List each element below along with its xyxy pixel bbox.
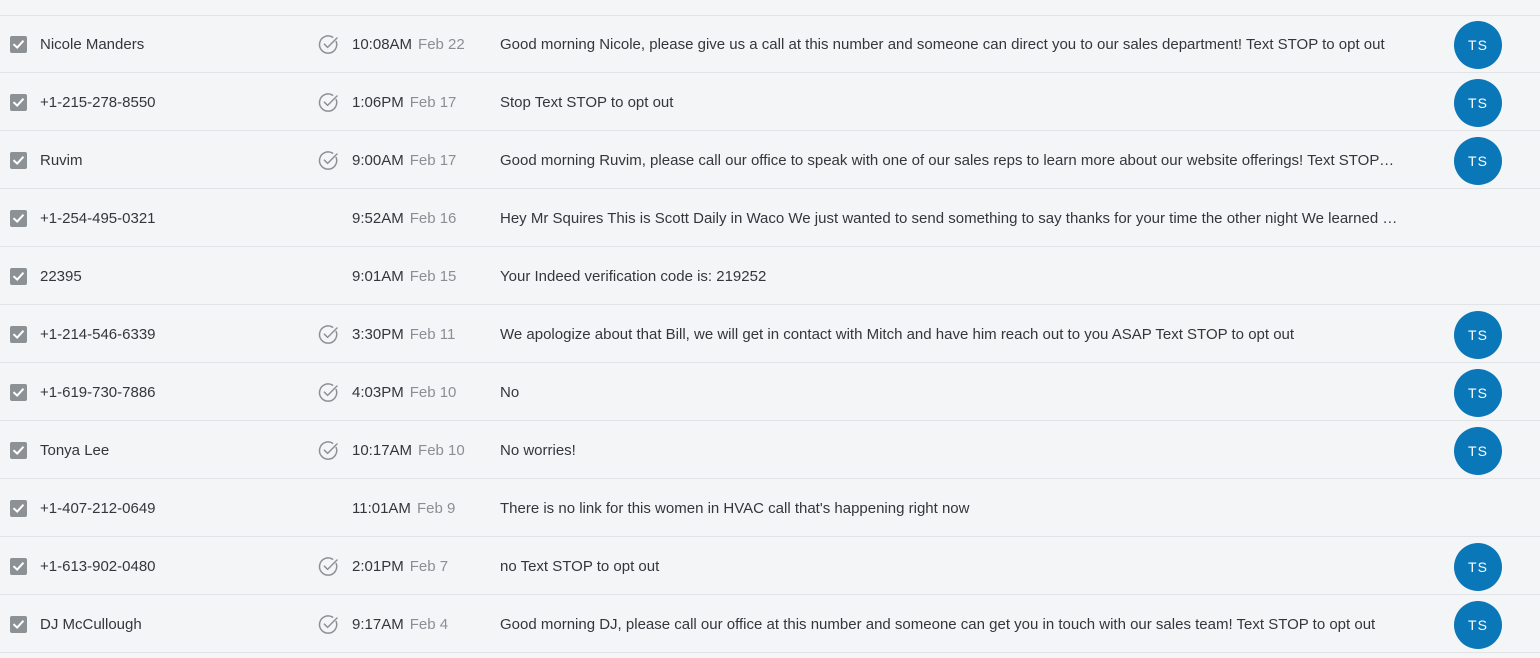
message-preview: Your Indeed verification code is: 219252 <box>500 268 767 285</box>
message-timestamp: 9:01AM Feb 15 <box>352 248 456 305</box>
message-timestamp: 10:17AM Feb 10 <box>352 422 465 479</box>
message-date: Feb 22 <box>418 36 465 53</box>
message-date: Feb 7 <box>409 558 449 575</box>
message-date: Feb 17 <box>409 94 457 111</box>
message-preview: There is no link for this women in HVAC … <box>500 500 970 517</box>
message-timestamp: 10:08AM Feb 22 <box>352 16 465 73</box>
message-time: 1:06PM <box>352 94 404 111</box>
contact-name: +1-613-902-0480 <box>40 558 156 575</box>
contact-name: DJ McCullough <box>40 616 142 633</box>
message-preview: No worries! <box>500 442 576 459</box>
message-timestamp: 1:06PM Feb 17 <box>352 74 456 131</box>
message-time: 9:00AM <box>352 152 404 169</box>
message-date: Feb 10 <box>418 442 465 459</box>
message-timestamp: 9:17AM Feb 4 <box>352 596 448 653</box>
avatar[interactable]: TS <box>1454 137 1502 185</box>
message-date: Feb 17 <box>409 152 457 169</box>
conversation-list: Nicole Manders 10:08AM Feb 22 Good morning … <box>0 0 1540 658</box>
check-circle-icon <box>318 92 339 113</box>
conversation-row[interactable]: 22395 9:01AM Feb 15 Your Indeed verificatio… <box>0 248 1540 305</box>
message-time: 10:17AM <box>352 442 413 459</box>
contact-name: +1-619-730-7886 <box>40 384 156 401</box>
check-circle-icon <box>318 614 339 635</box>
avatar[interactable]: TS <box>1454 427 1502 475</box>
contact-name: +1-215-278-8550 <box>40 94 156 111</box>
message-date: Feb 9 <box>416 500 456 517</box>
message-date: Feb 4 <box>409 616 449 633</box>
message-timestamp: 9:52AM Feb 16 <box>352 190 456 247</box>
message-preview: Stop Text STOP to opt out <box>500 94 674 111</box>
message-time: 3:30PM <box>352 326 404 343</box>
message-time: 9:17AM <box>352 616 404 633</box>
conversation-row[interactable]: +1-407-212-0649 11:01AM Feb 9 There is no l… <box>0 480 1540 537</box>
conversation-row[interactable]: DJ McCullough 9:17AM Feb 4 Good morning DJ,… <box>0 596 1540 653</box>
message-timestamp: 11:01AM Feb 9 <box>352 480 455 537</box>
avatar[interactable]: TS <box>1454 601 1502 649</box>
message-time: 10:08AM <box>352 36 413 53</box>
message-timestamp: 3:30PM Feb 11 <box>352 306 455 363</box>
checkbox-checked-icon[interactable] <box>10 210 27 227</box>
avatar[interactable]: TS <box>1454 79 1502 127</box>
checkbox-checked-icon[interactable] <box>10 326 27 343</box>
contact-name: Tonya Lee <box>40 442 110 459</box>
conversation-row[interactable]: Nicole Manders 10:08AM Feb 22 Good morning … <box>0 16 1540 73</box>
checkbox-checked-icon[interactable] <box>10 442 27 459</box>
checkbox-checked-icon[interactable] <box>10 94 27 111</box>
avatar[interactable]: TS <box>1454 543 1502 591</box>
conversation-row[interactable]: +1-254-495-0321 9:52AM Feb 16 Hey Mr Squire… <box>0 190 1540 247</box>
avatar[interactable]: TS <box>1454 369 1502 417</box>
contact-name: +1-407-212-0649 <box>40 500 156 517</box>
contact-name: +1-254-495-0321 <box>40 210 156 227</box>
message-date: Feb 15 <box>409 268 457 285</box>
message-time: 9:52AM <box>352 210 404 227</box>
contact-name: Nicole Manders <box>40 36 145 53</box>
checkbox-checked-icon[interactable] <box>10 558 27 575</box>
message-date: Feb 10 <box>409 384 457 401</box>
message-preview: Good morning Ruvim, please call our offi… <box>500 152 1398 169</box>
avatar[interactable]: TS <box>1454 21 1502 69</box>
checkbox-checked-icon[interactable] <box>10 152 27 169</box>
check-circle-icon <box>318 382 339 403</box>
check-circle-icon <box>318 34 339 55</box>
message-preview: Good morning Nicole, please give us a ca… <box>500 36 1385 53</box>
conversation-row[interactable]: +1-215-278-8550 1:06PM Feb 17 Stop Text STO… <box>0 74 1540 131</box>
conversation-row[interactable]: +1-613-902-0480 2:01PM Feb 7 no Text STOP t… <box>0 538 1540 595</box>
checkbox-checked-icon[interactable] <box>10 500 27 517</box>
check-circle-icon <box>318 324 339 345</box>
checkbox-checked-icon[interactable] <box>10 268 27 285</box>
message-time: 2:01PM <box>352 558 404 575</box>
conversation-row[interactable]: +1-214-546-6339 3:30PM Feb 11 We apologize … <box>0 306 1540 363</box>
check-circle-icon <box>318 440 339 461</box>
message-preview: Good morning DJ, please call our office … <box>500 616 1376 633</box>
message-preview: No <box>500 384 520 401</box>
conversation-row[interactable]: Ruvim 9:00AM Feb 17 Good morning Ruvim, ple… <box>0 132 1540 189</box>
conversation-row[interactable]: Tonya Lee 10:17AM Feb 10 No worries! TS <box>0 422 1540 479</box>
message-timestamp: 2:01PM Feb 7 <box>352 538 448 595</box>
contact-name: +1-214-546-6339 <box>40 326 156 343</box>
message-date: Feb 11 <box>409 326 456 343</box>
message-timestamp: 4:03PM Feb 10 <box>352 364 456 421</box>
message-date: Feb 16 <box>409 210 457 227</box>
checkbox-checked-icon[interactable] <box>10 384 27 401</box>
message-time: 4:03PM <box>352 384 404 401</box>
contact-name: 22395 <box>40 268 82 285</box>
message-preview: no Text STOP to opt out <box>500 558 660 575</box>
checkbox-checked-icon[interactable] <box>10 616 27 633</box>
check-circle-icon <box>318 150 339 171</box>
message-preview: Hey Mr Squires This is Scott Daily in Wa… <box>500 210 1398 227</box>
avatar[interactable]: TS <box>1454 311 1502 359</box>
check-circle-icon <box>318 556 339 577</box>
checkbox-checked-icon[interactable] <box>10 36 27 53</box>
message-preview: We apologize about that Bill, we will ge… <box>500 326 1295 343</box>
contact-name: Ruvim <box>40 152 83 169</box>
conversation-row[interactable]: +1-619-730-7886 4:03PM Feb 10 No TS <box>0 364 1540 421</box>
message-time: 9:01AM <box>352 268 404 285</box>
message-timestamp: 9:00AM Feb 17 <box>352 132 456 189</box>
message-time: 11:01AM <box>352 500 411 517</box>
